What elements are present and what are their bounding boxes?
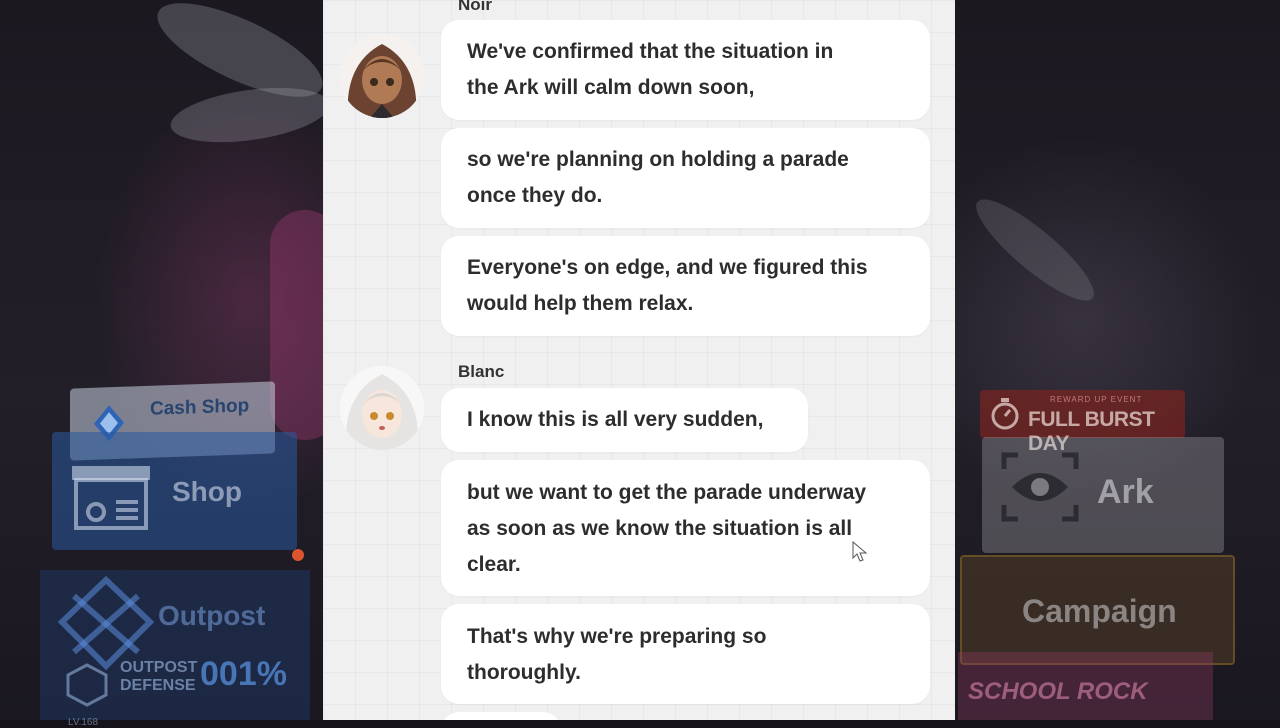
message-line: the Ark will calm down soon, [467, 76, 755, 99]
blanc-portrait [340, 366, 424, 450]
full-burst-day-event-button[interactable]: REWARD UP EVENT FULL BURST DAY [980, 390, 1185, 455]
cash-shop-label: Cash Shop [150, 395, 250, 420]
noir-portrait [340, 34, 424, 118]
avatar-blanc[interactable] [340, 366, 424, 450]
event-banner-label: SCHOOL ROCK [968, 678, 1148, 705]
message-line: once they do. [467, 184, 603, 207]
message-bubble: Everyone's on edge, and we figured this … [441, 236, 930, 336]
sender-name: Blanc [458, 362, 505, 381]
outpost-label: Outpost [158, 600, 266, 631]
message-line: but we want to get the parade underway [467, 481, 867, 504]
message-line: thoroughly. [467, 661, 581, 684]
message-line: We've confirmed that the situation in [467, 40, 834, 63]
ark-button[interactable]: Ark [982, 437, 1224, 553]
message-line: clear. [467, 553, 521, 576]
ark-label: Ark [1097, 473, 1154, 511]
event-banner[interactable]: SCHOOL ROCK [958, 652, 1213, 720]
message-bubble: That's why we're preparing so thoroughly… [441, 604, 930, 704]
mouse-cursor-icon [852, 541, 868, 562]
message-line: so we're planning on holding a parade [467, 148, 849, 171]
sender-name: Noir [458, 0, 492, 14]
bunny-ear-decoration [167, 79, 333, 151]
campaign-button[interactable]: Campaign [960, 555, 1235, 665]
shop-label: Shop [172, 476, 242, 507]
outpost-defense-percent: 001% [200, 655, 287, 693]
message-bubble: I know this is all very sudden, [441, 388, 808, 452]
stopwatch-icon [991, 398, 1019, 430]
message-bubble-partial [441, 712, 561, 720]
event-sub-label: REWARD UP EVENT [1050, 395, 1143, 404]
message-bubble: We've confirmed that the situation in th… [441, 20, 930, 120]
message-line: Everyone's on edge, and we figured this [467, 256, 868, 279]
chat-panel[interactable]: Noir We've confirmed that the situation … [323, 0, 955, 720]
message-bubble: but we want to get the parade underway a… [441, 460, 930, 596]
outpost-level: LV.168 [68, 717, 99, 728]
message-line: would help them relax. [467, 292, 694, 315]
shop-stall-icon [72, 466, 150, 530]
message-line: as soon as we know the situation is all [467, 517, 853, 540]
bunny-ear-decoration [964, 186, 1106, 314]
box-icon [66, 663, 108, 707]
outpost-defense-label: OUTPOST DEFENSE [120, 659, 198, 694]
shop-button[interactable]: Shop [52, 432, 297, 550]
notification-dot [292, 549, 304, 561]
outpost-button[interactable]: Outpost OUTPOST DEFENSE 001% LV.168 [40, 570, 310, 728]
message-line: I know this is all very sudden, [467, 408, 764, 431]
avatar-noir[interactable] [340, 34, 424, 118]
campaign-label: Campaign [1022, 593, 1177, 629]
eye-icon [1001, 452, 1079, 522]
message-line: That's why we're preparing so [467, 625, 767, 648]
outpost-defense-widget[interactable]: OUTPOST DEFENSE 001% LV.168 [60, 655, 287, 728]
message-bubble: so we're planning on holding a parade on… [441, 128, 930, 228]
